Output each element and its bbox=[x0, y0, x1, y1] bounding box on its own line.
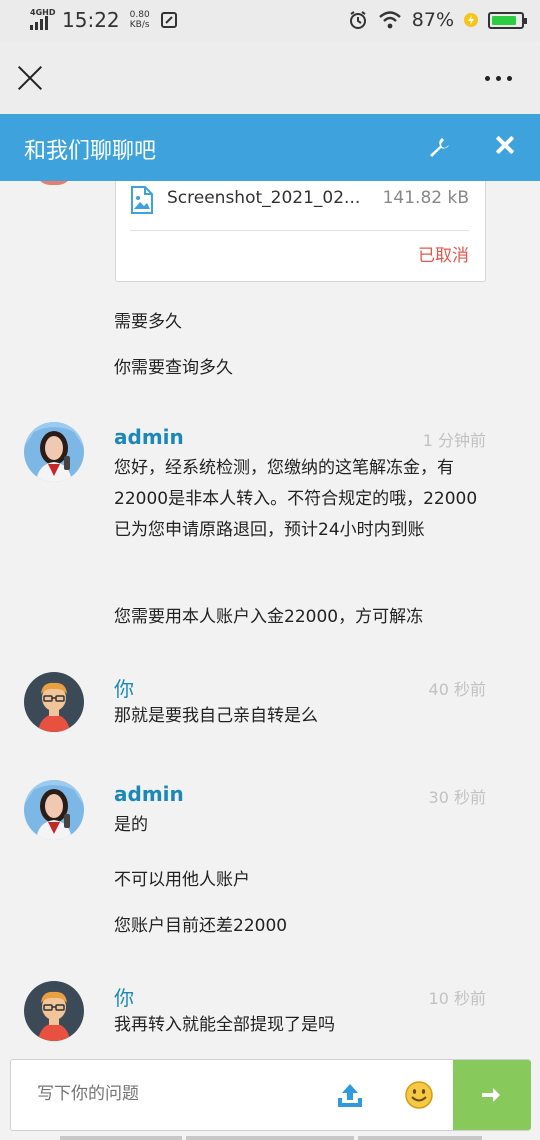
image-file-icon bbox=[131, 186, 153, 214]
file-size: 141.82 kB bbox=[382, 188, 469, 208]
admin-avatar bbox=[24, 422, 84, 482]
chat-transcript[interactable]: Screenshot_2021_02... 141.82 kB 已取消 需要多久… bbox=[0, 181, 540, 1059]
alarm-icon bbox=[349, 11, 366, 29]
browser-top-bar bbox=[0, 42, 540, 114]
charging-icon bbox=[464, 13, 478, 27]
admin-avatar bbox=[24, 780, 84, 840]
emoji-icon[interactable] bbox=[404, 1080, 434, 1110]
close-chat-icon[interactable] bbox=[496, 136, 514, 154]
message-text: 你需要查询多久 bbox=[114, 358, 233, 378]
message-composer bbox=[10, 1059, 531, 1131]
home-indicator bbox=[60, 1136, 482, 1140]
message-text: 您好，经系统检测，您缴纳的这笔解冻金，有22000是非本人转入。不符合规定的哦，… bbox=[114, 458, 478, 540]
message-text: 那就是要我自己亲自转是么 bbox=[114, 706, 318, 726]
message-text: 您需要用本人账户入金22000，方可解冻 bbox=[114, 607, 424, 627]
message-timestamp: 10 秒前 bbox=[428, 989, 486, 1008]
wifi-icon bbox=[378, 11, 401, 29]
screenshot-notification-icon bbox=[160, 12, 177, 28]
message-text: 您账户目前还差22000 bbox=[114, 916, 288, 936]
message-text: 我再转入就能全部提现了是吗 bbox=[114, 1015, 335, 1035]
message-text: 不可以用他人账户 bbox=[114, 870, 250, 890]
battery-percent: 87% bbox=[411, 9, 454, 31]
send-button[interactable] bbox=[453, 1060, 531, 1130]
file-name[interactable]: Screenshot_2021_02... bbox=[167, 188, 360, 208]
divider bbox=[130, 230, 469, 231]
upload-status: 已取消 bbox=[418, 246, 469, 266]
cellular-signal-icon: 4GHD bbox=[30, 8, 55, 30]
status-bar: 4GHD 15:22 0.80 KB/s 87% bbox=[0, 0, 540, 42]
chat-title: 和我们聊聊吧 bbox=[24, 139, 157, 164]
battery-icon bbox=[488, 11, 527, 29]
message-text: 是的 bbox=[114, 815, 148, 835]
settings-wrench-icon[interactable] bbox=[428, 136, 450, 158]
sender-name: admin bbox=[114, 425, 184, 449]
sender-name: admin bbox=[114, 782, 184, 806]
network-speed-value: 0.80 bbox=[129, 10, 150, 20]
network-speed: 0.80 KB/s bbox=[130, 10, 150, 30]
sender-name: 你 bbox=[114, 986, 134, 1010]
arrow-right-icon bbox=[482, 1088, 500, 1102]
upload-file-icon[interactable] bbox=[337, 1082, 363, 1108]
chat-header: 和我们聊聊吧 bbox=[0, 114, 540, 181]
message-text: 需要多久 bbox=[114, 312, 182, 332]
close-page-icon[interactable] bbox=[16, 64, 44, 92]
file-attachment-card: Screenshot_2021_02... 141.82 kB 已取消 bbox=[115, 181, 486, 282]
sender-name: 你 bbox=[114, 677, 134, 701]
message-timestamp: 30 秒前 bbox=[428, 788, 486, 807]
user-avatar bbox=[24, 981, 84, 1041]
message-timestamp: 1 分钟前 bbox=[422, 431, 486, 450]
message-timestamp: 40 秒前 bbox=[428, 680, 486, 699]
clock: 15:22 bbox=[62, 8, 120, 32]
more-options-icon[interactable] bbox=[485, 76, 512, 81]
user-avatar bbox=[24, 672, 84, 732]
message-input[interactable] bbox=[37, 1084, 307, 1104]
network-speed-unit: KB/s bbox=[129, 20, 150, 30]
avatar bbox=[36, 181, 72, 185]
